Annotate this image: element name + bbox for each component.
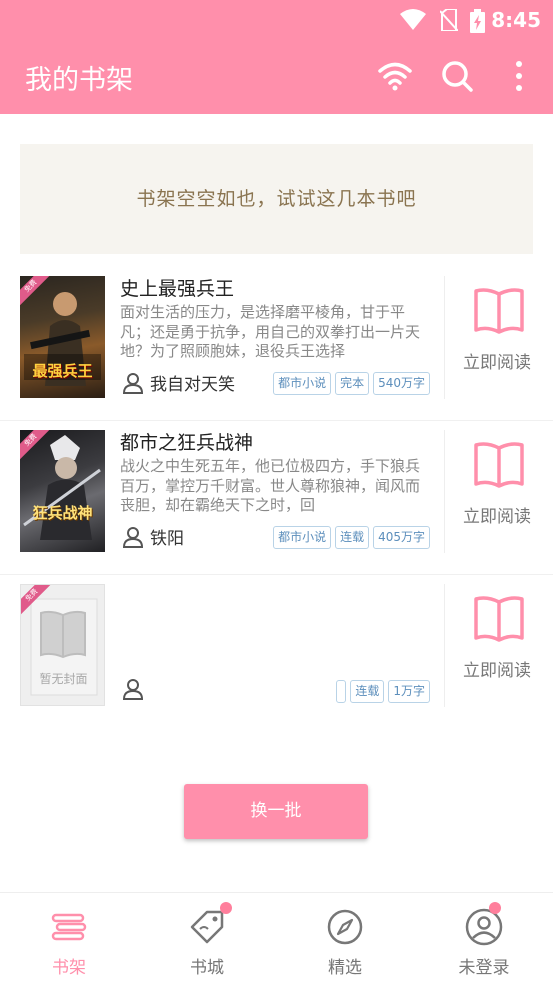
person-icon [122, 373, 144, 394]
wifi-icon[interactable] [377, 58, 413, 94]
book-description: 面对生活的压力，是选择磨平棱角，甘于平凡；还是勇于抗争，用自己的双拳打出一片天地… [120, 303, 421, 359]
open-book-icon [474, 288, 524, 334]
book-cover[interactable]: 最强兵王 免费 [20, 276, 105, 398]
word-count-tag: 540万字 [373, 372, 430, 395]
word-count-tag: 405万字 [373, 526, 430, 549]
read-now-button[interactable]: 立即阅读 [445, 420, 553, 570]
notification-dot [220, 902, 232, 914]
category-tag: 都市小说 [273, 372, 332, 395]
tab-bookshelf-label: 书架 [52, 958, 86, 978]
status-tag: 连载 [335, 526, 370, 549]
no-cover-text: 暂无封面 [39, 672, 88, 686]
search-icon[interactable] [439, 58, 475, 94]
clock: 8:45 [491, 8, 541, 32]
warrior-cover-art [23, 435, 101, 540]
more-menu-icon[interactable] [501, 58, 537, 94]
cover-title: 狂兵战神 [32, 504, 93, 522]
read-now-label: 立即阅读 [463, 661, 531, 681]
bookshelf-icon [51, 913, 87, 941]
category-tag [336, 680, 347, 703]
wifi-signal-icon [400, 9, 426, 30]
book-title[interactable]: 都市之狂兵战神 [120, 428, 253, 455]
status-bar: 8:45 [0, 0, 553, 40]
notification-dot [489, 902, 501, 914]
person-icon [122, 679, 144, 700]
book-cover[interactable]: 暂无封面 免费 [20, 584, 105, 706]
category-tag: 都市小说 [273, 526, 332, 549]
read-now-label: 立即阅读 [463, 507, 531, 527]
bottom-navigation: 书架 书城 精选 未登录 [0, 892, 553, 983]
book-item: 狂兵战神 免费 都市之狂兵战神 战火之中生死五年，他已位极四方，手下狼兵百万，掌… [0, 420, 553, 575]
tab-bookshelf[interactable]: 书架 [0, 893, 138, 984]
book-tags: 连载 1万字 [336, 680, 430, 703]
open-book-icon [474, 596, 524, 642]
book-item: 暂无封面 免费 连载 1万字 立即阅读 [0, 574, 553, 729]
status-tag: 连载 [350, 680, 385, 703]
book-item: 最强兵王 免费 史上最强兵王 面对生活的压力，是选择磨平棱角，甘于平凡；还是勇于… [0, 266, 553, 421]
tab-account[interactable]: 未登录 [415, 893, 553, 984]
person-icon [122, 527, 144, 548]
read-now-button[interactable]: 立即阅读 [445, 574, 553, 724]
app-bar: 我的书架 [0, 40, 553, 114]
book-title[interactable]: 史上最强兵王 [120, 274, 234, 301]
author-name: 我自对天笑 [150, 375, 235, 395]
book-author [122, 678, 150, 701]
author-name: 铁阳 [150, 529, 184, 549]
compass-icon [327, 909, 363, 945]
empty-shelf-banner: 书架空空如也，试试这几本书吧 [20, 144, 533, 254]
status-tag: 完本 [335, 372, 370, 395]
book-author: 我自对天笑 [122, 370, 235, 395]
tab-bookstore[interactable]: 书城 [138, 893, 276, 984]
placeholder-book-icon [30, 598, 98, 696]
tab-bookstore-label: 书城 [190, 958, 224, 978]
no-sim-icon [440, 9, 458, 31]
tab-account-label: 未登录 [458, 958, 510, 978]
word-count-tag: 1万字 [388, 680, 430, 703]
book-tags: 都市小说 完本 540万字 [273, 372, 430, 395]
store-tag-icon [190, 910, 224, 944]
tab-featured[interactable]: 精选 [276, 893, 414, 984]
battery-charging-icon [470, 9, 485, 33]
book-tags: 都市小说 连载 405万字 [273, 526, 430, 549]
tab-featured-label: 精选 [328, 958, 362, 978]
book-author: 铁阳 [122, 524, 184, 549]
book-description: 战火之中生死五年，他已位极四方，手下狼兵百万，掌控万千财富。世人尊称狼神，闻风而… [120, 457, 421, 513]
cover-title: 最强兵王 [32, 362, 93, 380]
page-title: 我的书架 [25, 65, 133, 96]
read-now-label: 立即阅读 [463, 353, 531, 373]
book-cover[interactable]: 狂兵战神 免费 [20, 430, 105, 552]
refresh-batch-button[interactable]: 换一批 [184, 784, 368, 839]
open-book-icon [474, 442, 524, 488]
read-now-button[interactable]: 立即阅读 [445, 266, 553, 416]
book-description [120, 611, 432, 667]
